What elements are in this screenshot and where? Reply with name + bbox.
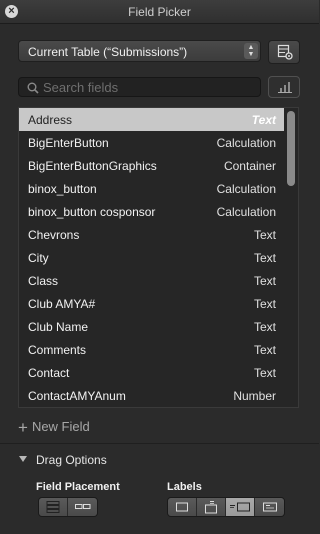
disclosure-triangle-icon [19,456,27,462]
field-row[interactable]: ContactAMYAnum Number [19,384,284,407]
field-type: Text [253,228,276,242]
field-type: Calculation [216,136,276,150]
field-type: Calculation [216,182,276,196]
label-none-icon [176,502,188,512]
field-name: ContactAMYAnum [28,389,126,403]
field-name: Club Name [28,320,89,334]
field-row[interactable]: BigEnterButton Calculation [19,131,284,154]
field-row[interactable]: binox_button cosponsor Calculation [19,200,284,223]
select-stepper-icon: ▲ ▼ [244,43,258,59]
window-title: Field Picker [128,5,191,19]
placement-horizontal-button[interactable] [68,498,97,516]
field-name: Chevrons [28,228,80,242]
field-placement-label: Field Placement [36,481,120,493]
field-type: Text [253,251,276,265]
drag-options-label: Drag Options [36,453,107,467]
field-type: Container [223,159,276,173]
field-name: binox_button cosponsor [28,205,156,219]
labels-top-button[interactable] [197,498,226,516]
label-left-icon [230,502,250,512]
search-icon [27,82,39,94]
field-type: Calculation [216,205,276,219]
field-row[interactable]: Club Name Text [19,315,284,338]
field-row[interactable]: Chevrons Text [19,223,284,246]
field-list[interactable]: Address Text BigEnterButton Calculation BigE… [18,107,299,408]
plus-icon: + [18,418,28,437]
field-name: Club AMYA# [28,297,96,311]
table-gear-icon [277,44,293,60]
search-field-container [18,77,261,97]
field-name: Address [28,113,73,127]
current-table-label: Current Table (“Submissions”) [28,45,188,59]
vertical-stack-icon [46,501,60,513]
label-right-icon [262,502,277,512]
labels-none-button[interactable] [168,498,197,516]
field-row[interactable]: Club AMYA# Text [19,292,284,315]
list-scrollbar[interactable] [287,111,295,186]
field-row[interactable]: binox_button Calculation [19,177,284,200]
bar-chart-icon [278,82,292,93]
field-row[interactable]: Class Text [19,269,284,292]
field-row[interactable]: BigEnterButtonGraphics Container [19,154,284,177]
field-type: Text [253,297,276,311]
field-type: Text [253,343,276,357]
field-type: Text [253,366,276,380]
label-top-icon [205,501,217,514]
new-field-label: New Field [31,419,90,434]
placement-vertical-button[interactable] [39,498,68,516]
labels-right-button[interactable] [255,498,284,516]
current-table-select[interactable]: Current Table (“Submissions”) ▲ ▼ [18,40,261,62]
new-field-button[interactable]: + New Field [18,418,90,438]
labels-label: Labels [167,481,202,493]
labels-left-button[interactable] [226,498,255,516]
field-type: Text [253,274,276,288]
field-name: Contact [28,366,70,380]
field-placement-control [38,497,98,517]
field-type: Text [253,320,276,334]
field-name: Class [28,274,59,288]
title-bar: × Field Picker [0,0,319,24]
table-settings-button[interactable] [268,40,300,64]
labels-control [167,497,285,517]
field-name: binox_button [28,182,97,196]
field-name: City [28,251,49,265]
field-type: Number [233,389,276,403]
field-name: BigEnterButton [28,136,109,150]
field-type: Text [251,113,276,127]
field-name: Comments [28,343,87,357]
search-input[interactable] [43,78,253,96]
sort-fields-button[interactable] [268,76,300,98]
field-row[interactable]: Comments Text [19,338,284,361]
drag-options-header[interactable]: Drag Options [0,444,319,474]
field-row[interactable]: Address Text [19,108,284,131]
horizontal-row-icon [74,504,90,509]
field-row[interactable]: City Text [19,246,284,269]
field-name: BigEnterButtonGraphics [28,159,157,173]
field-row[interactable]: Contact Text [19,361,284,384]
